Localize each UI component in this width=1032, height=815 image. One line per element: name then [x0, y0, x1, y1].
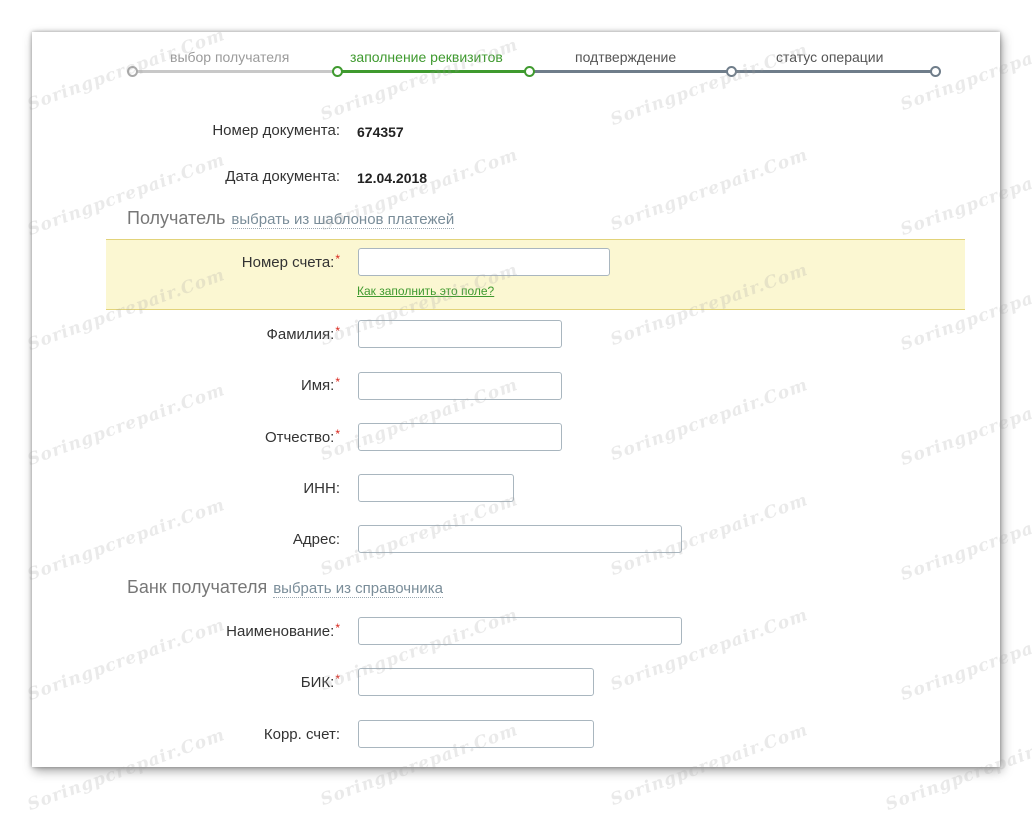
- payment-form-panel: выбор получателя заполнение реквизитов п…: [32, 32, 1000, 767]
- required-mark: *: [335, 427, 340, 441]
- recipient-section-title: Получатель выбрать из шаблонов платежей: [127, 208, 455, 229]
- document-number-label: Номер документа:: [212, 122, 340, 139]
- bank-name-input[interactable]: [358, 617, 682, 645]
- patronymic-label: Отчество:*: [40, 427, 340, 446]
- required-mark: *: [335, 324, 340, 338]
- bank-section-title: Банк получателя выбрать из справочника: [127, 577, 444, 598]
- progress-segment-active: [337, 70, 529, 73]
- patronymic-label-text: Отчество:: [264, 429, 335, 446]
- bik-input[interactable]: [358, 668, 594, 696]
- corr-account-label: Корр. счет:: [263, 726, 340, 743]
- step-node-2: [332, 66, 343, 77]
- surname-label-text: Фамилия:: [266, 326, 335, 343]
- bik-label: БИК:*: [40, 672, 340, 691]
- required-mark: *: [335, 672, 340, 686]
- first-name-input[interactable]: [358, 372, 562, 400]
- inn-input[interactable]: [358, 474, 514, 502]
- progress-segment-done: [132, 70, 337, 73]
- address-label: Адрес:: [292, 531, 340, 548]
- bank-section-heading: Банк получателя: [127, 577, 268, 597]
- document-date-label: Дата документа:: [225, 168, 340, 185]
- step-node-1: [127, 66, 138, 77]
- first-name-label: Имя:*: [40, 375, 340, 394]
- inn-label: ИНН:: [303, 480, 340, 497]
- step-select-recipient: выбор получателя: [170, 49, 290, 65]
- account-number-label: Номер счета:*: [40, 252, 340, 271]
- surname-input[interactable]: [358, 320, 562, 348]
- surname-label: Фамилия:*: [40, 324, 340, 343]
- address-input[interactable]: [358, 525, 682, 553]
- step-node-3: [524, 66, 535, 77]
- corr-account-input[interactable]: [358, 720, 594, 748]
- recipient-section-heading: Получатель: [127, 208, 226, 228]
- first-name-label-text: Имя:: [300, 377, 335, 394]
- step-fill-details: заполнение реквизитов: [350, 49, 503, 65]
- document-number-value: 674357: [357, 124, 404, 140]
- step-node-4: [726, 66, 737, 77]
- account-number-label-text: Номер счета:: [241, 254, 335, 271]
- step-confirmation: подтверждение: [575, 49, 677, 65]
- bik-label-text: БИК:: [300, 674, 335, 691]
- required-mark: *: [335, 621, 340, 635]
- account-number-input[interactable]: [358, 248, 610, 276]
- step-node-5: [930, 66, 941, 77]
- step-operation-status: статус операции: [776, 49, 884, 65]
- patronymic-input[interactable]: [358, 423, 562, 451]
- required-mark: *: [335, 252, 340, 266]
- required-mark: *: [335, 375, 340, 389]
- bank-name-label-text: Наименование:: [226, 623, 335, 640]
- bank-name-label: Наименование:*: [40, 621, 340, 640]
- choose-from-templates-link[interactable]: выбрать из шаблонов платежей: [231, 211, 455, 229]
- how-to-fill-link[interactable]: Как заполнить это поле?: [357, 284, 494, 298]
- document-date-value: 12.04.2018: [357, 170, 428, 186]
- choose-from-directory-link[interactable]: выбрать из справочника: [273, 580, 444, 598]
